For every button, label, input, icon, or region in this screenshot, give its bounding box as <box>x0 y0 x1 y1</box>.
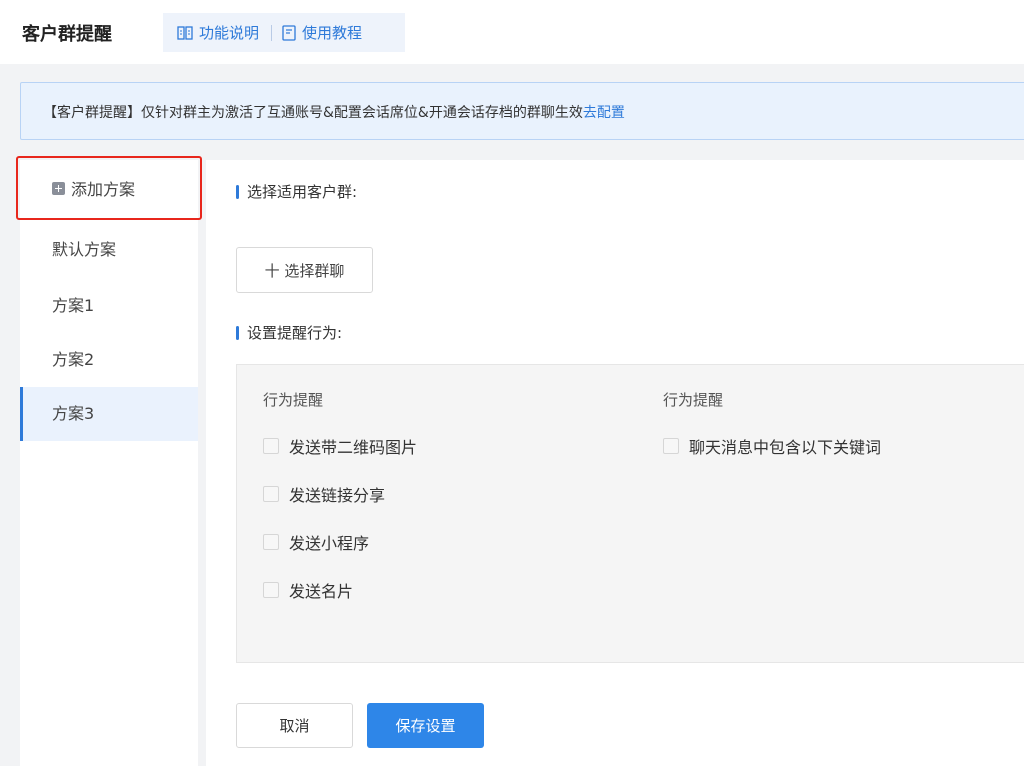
select-group-chat-label: 十 选择群聊 <box>264 261 345 280</box>
behavior-title: 设置提醒行为: <box>247 324 343 342</box>
option-link-share[interactable]: 发送链接分享 <box>263 482 385 506</box>
configure-link[interactable]: 去配置 <box>583 105 625 121</box>
divider <box>271 24 273 41</box>
help-links: 功能说明 使用教程 <box>163 13 405 52</box>
notice-text: 【客户群提醒】仅针对群主为激活了互通账号&配置会话席位&开通会话存档的群聊生效 <box>43 105 583 121</box>
checkbox[interactable] <box>263 486 279 502</box>
section-marker <box>236 325 239 340</box>
document-icon <box>282 24 296 41</box>
feature-description-link[interactable]: 功能说明 <box>177 22 259 43</box>
save-label: 保存设置 <box>395 717 456 735</box>
book-icon <box>177 25 193 40</box>
sidebar-item-plan-1[interactable]: 方案1 <box>20 279 198 333</box>
tutorial-label: 使用教程 <box>302 24 363 42</box>
select-group-chat-button[interactable]: 十 选择群聊 <box>236 247 373 293</box>
sidebar-item-plan-3[interactable]: 方案3 <box>20 387 198 441</box>
option-label: 发送带二维码图片 <box>289 438 418 457</box>
option-label: 聊天消息中包含以下关键词 <box>689 438 882 457</box>
add-plan-button[interactable]: 添加方案 <box>16 156 202 220</box>
notice-banner: 【客户群提醒】仅针对群主为激活了互通账号&配置会话席位&开通会话存档的群聊生效去… <box>20 82 1024 140</box>
checkbox[interactable] <box>263 582 279 598</box>
feature-description-label: 功能说明 <box>199 24 260 42</box>
cancel-button[interactable]: 取消 <box>236 703 353 748</box>
behavior-options-panel: 行为提醒 行为提醒 发送带二维码图片 发送链接分享 发送小程序 发送名片 聊天消… <box>236 364 1024 663</box>
checkbox[interactable] <box>263 438 279 454</box>
option-label: 发送小程序 <box>289 534 370 553</box>
cancel-label: 取消 <box>279 717 310 735</box>
select-group-heading: 选择适用客户群: <box>236 181 357 202</box>
add-plan-label: 添加方案 <box>71 180 136 199</box>
section-marker <box>236 184 239 199</box>
select-group-title: 选择适用客户群: <box>247 183 358 201</box>
option-qr-image[interactable]: 发送带二维码图片 <box>263 434 417 458</box>
option-label: 发送链接分享 <box>289 486 386 505</box>
plus-icon <box>52 181 65 195</box>
tutorial-link[interactable]: 使用教程 <box>282 22 362 43</box>
sidebar-item-label: 方案2 <box>52 350 95 369</box>
save-settings-button[interactable]: 保存设置 <box>367 703 484 748</box>
sidebar-item-default-plan[interactable]: 默认方案 <box>20 223 198 277</box>
sidebar-item-label: 方案1 <box>52 296 95 315</box>
option-mini-program[interactable]: 发送小程序 <box>263 530 369 554</box>
plan-sidebar: 添加方案 默认方案 方案1 方案2 方案3 <box>16 156 202 766</box>
option-keywords[interactable]: 聊天消息中包含以下关键词 <box>663 434 881 458</box>
column-title: 行为提醒 <box>263 391 324 409</box>
behavior-heading: 设置提醒行为: <box>236 322 342 343</box>
page-title: 客户群提醒 <box>22 24 112 45</box>
option-business-card[interactable]: 发送名片 <box>263 578 353 602</box>
checkbox[interactable] <box>263 534 279 550</box>
sidebar-item-plan-2[interactable]: 方案2 <box>20 333 198 387</box>
sidebar-item-label: 方案3 <box>52 404 95 423</box>
sidebar-item-label: 默认方案 <box>52 240 117 259</box>
settings-panel: 选择适用客户群: 十 选择群聊 设置提醒行为: 行为提醒 行为提醒 发送带二维码… <box>206 160 1024 766</box>
checkbox[interactable] <box>663 438 679 454</box>
column-title: 行为提醒 <box>663 391 724 409</box>
option-label: 发送名片 <box>289 582 354 601</box>
top-bar: 客户群提醒 功能说明 使用教程 <box>0 0 1024 64</box>
